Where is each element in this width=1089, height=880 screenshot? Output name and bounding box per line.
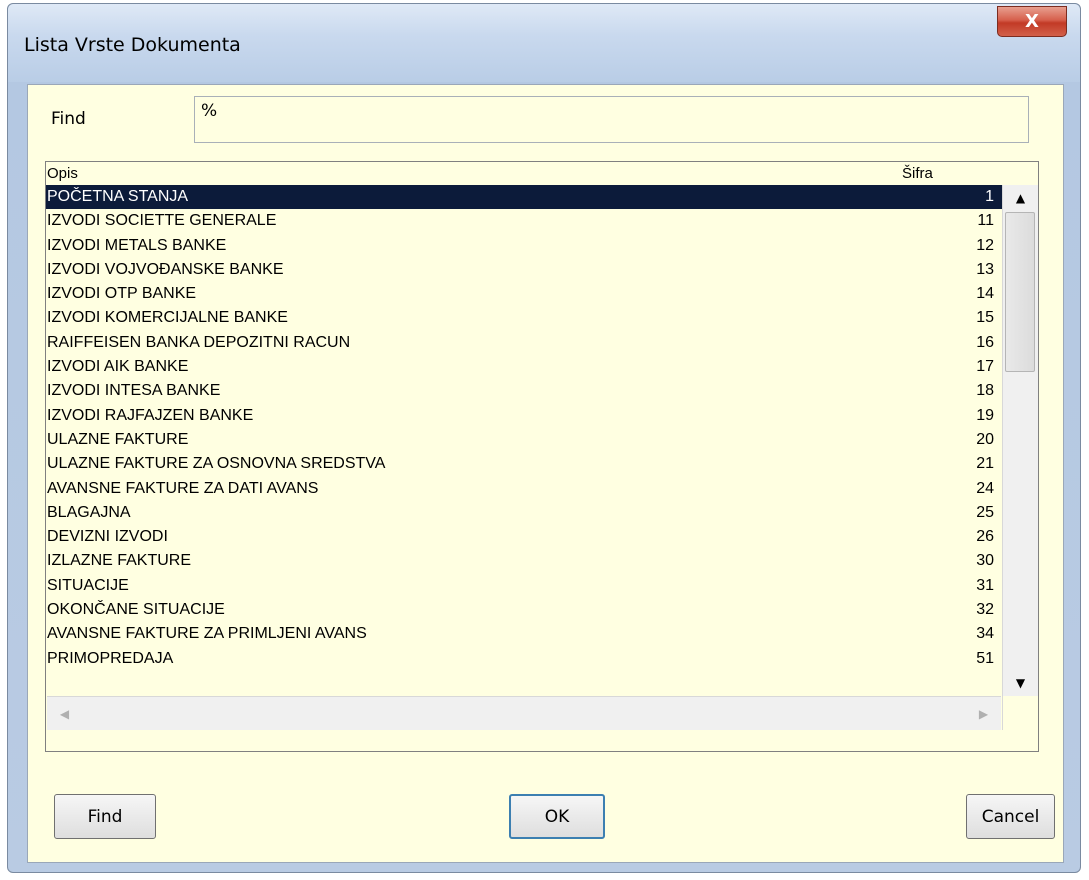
list-item[interactable]: IZLAZNE FAKTURE 30 — [46, 549, 1002, 573]
list-item-sifra: 20 — [976, 430, 994, 448]
dialog-window: Lista Vrste Dokumenta X Find % Opis Šifr… — [7, 3, 1081, 873]
list-item[interactable]: DEVIZNI IZVODI 26 — [46, 525, 1002, 549]
ok-button[interactable]: OK — [509, 794, 605, 839]
dialog-body: Find % Opis Šifra POČETNA STANJA 1 IZVODI … — [27, 84, 1064, 863]
find-input[interactable]: % — [194, 96, 1029, 143]
arrow-up-icon: ▲ — [1015, 191, 1026, 205]
list-item[interactable]: ULAZNE FAKTURE 20 — [46, 428, 1002, 452]
list-item-sifra: 21 — [976, 455, 994, 473]
column-header-opis[interactable]: Opis — [47, 165, 78, 182]
list-item-opis: IZVODI SOCIETTE GENERALE — [47, 212, 277, 230]
scroll-down-button[interactable]: ▼ — [1003, 670, 1038, 696]
list-item-opis: BLAGAJNA — [47, 503, 131, 521]
list-item[interactable]: PRIMOPREDAJA 51 — [46, 647, 1002, 671]
list-item-opis: ULAZNE FAKTURE ZA OSNOVNA SREDSTVA — [47, 455, 386, 473]
list-item-sifra: 15 — [976, 309, 994, 327]
dialog-title: Lista Vrste Dokumenta — [24, 34, 241, 56]
list-item-sifra: 19 — [976, 406, 994, 424]
find-label: Find — [51, 109, 86, 129]
list-item-opis: IZVODI INTESA BANKE — [47, 382, 221, 400]
list-item[interactable]: POČETNA STANJA 1 — [46, 185, 1002, 210]
scroll-up-button[interactable]: ▲ — [1003, 185, 1038, 211]
list-item-sifra: 30 — [976, 552, 994, 570]
list-item[interactable]: AVANSNE FAKTURE ZA DATI AVANS 24 — [46, 477, 1002, 501]
list-item[interactable]: BLAGAJNA 25 — [46, 501, 1002, 525]
list-item-opis: IZVODI OTP BANKE — [47, 285, 197, 303]
list-item-sifra: 17 — [976, 358, 994, 376]
list-item-sifra: 51 — [976, 649, 994, 667]
list-item-opis: AVANSNE FAKTURE ZA PRIMLJENI AVANS — [47, 625, 367, 643]
title-bar[interactable]: Lista Vrste Dokumenta X — [8, 4, 1080, 82]
list-item-sifra: 14 — [976, 285, 994, 303]
list-item-opis: ULAZNE FAKTURE — [47, 430, 189, 448]
list-item[interactable]: IZVODI METALS BANKE 12 — [46, 234, 1002, 258]
list-item-sifra: 25 — [976, 503, 994, 521]
list-item-sifra: 16 — [976, 333, 994, 351]
list-item[interactable]: IZVODI INTESA BANKE 18 — [46, 379, 1002, 403]
list-item-sifra: 26 — [976, 528, 994, 546]
list-item[interactable]: RAIFFEISEN BANKA DEPOZITNI RACUN 16 — [46, 331, 1002, 355]
list-item-opis: IZVODI METALS BANKE — [47, 236, 227, 254]
list-item[interactable]: IZVODI VOJVOĐANSKE BANKE 13 — [46, 258, 1002, 282]
vertical-scrollbar[interactable]: ▲ ▼ — [1002, 185, 1038, 696]
list-item-sifra: 24 — [976, 479, 994, 497]
list-item-opis: IZVODI AIK BANKE — [47, 358, 189, 376]
list-item-opis: PRIMOPREDAJA — [47, 649, 174, 667]
close-button[interactable]: X — [997, 6, 1067, 37]
scroll-left-button[interactable]: ◀ — [47, 697, 82, 730]
list-item-opis: IZVODI RAJFAJZEN BANKE — [47, 406, 254, 424]
arrow-right-icon: ▶ — [978, 706, 989, 721]
list-item[interactable]: ULAZNE FAKTURE ZA OSNOVNA SREDSTVA 21 — [46, 452, 1002, 476]
list-item-opis: IZVODI KOMERCIJALNE BANKE — [47, 309, 288, 327]
document-type-list: Opis Šifra POČETNA STANJA 1 IZVODI SOCIETT… — [45, 161, 1039, 752]
list-item[interactable]: IZVODI SOCIETTE GENERALE 11 — [46, 209, 1002, 233]
list-item-opis: IZVODI VOJVOĐANSKE BANKE — [47, 260, 284, 278]
arrow-down-icon: ▼ — [1015, 676, 1026, 690]
list-rows: POČETNA STANJA 1 IZVODI SOCIETTE GENERALE 1… — [46, 185, 1002, 671]
scroll-thumb[interactable] — [1005, 212, 1035, 372]
find-button[interactable]: Find — [54, 794, 156, 839]
list-item-opis: RAIFFEISEN BANKA DEPOZITNI RACUN — [47, 333, 351, 351]
list-item-sifra: 18 — [976, 382, 994, 400]
list-item-opis: SITUACIJE — [47, 576, 129, 594]
close-icon: X — [1025, 11, 1039, 32]
arrow-left-icon: ◀ — [59, 706, 70, 721]
list-header: Opis Šifra — [46, 162, 1038, 184]
list-item[interactable]: IZVODI KOMERCIJALNE BANKE 15 — [46, 306, 1002, 330]
list-item[interactable]: IZVODI AIK BANKE 17 — [46, 355, 1002, 379]
list-item-sifra: 12 — [976, 236, 994, 254]
list-item[interactable]: OKONČANE SITUACIJE 32 — [46, 598, 1002, 622]
list-item-opis: POČETNA STANJA — [47, 188, 189, 205]
horizontal-scrollbar[interactable]: ◀ ▶ — [47, 696, 1001, 730]
scrollbar-corner — [1002, 696, 1038, 730]
column-header-sifra[interactable]: Šifra — [902, 165, 933, 182]
list-item[interactable]: SITUACIJE 31 — [46, 574, 1002, 598]
list-item-sifra: 13 — [976, 260, 994, 278]
scroll-right-button[interactable]: ▶ — [966, 697, 1001, 730]
list-item[interactable]: IZVODI RAJFAJZEN BANKE 19 — [46, 404, 1002, 428]
list-item[interactable]: IZVODI OTP BANKE 14 — [46, 282, 1002, 306]
list-item-sifra: 32 — [976, 601, 994, 619]
cancel-button[interactable]: Cancel — [966, 794, 1055, 839]
list-item-sifra: 11 — [977, 212, 994, 230]
list-item-opis: DEVIZNI IZVODI — [47, 528, 168, 546]
list-item-sifra: 31 — [976, 576, 994, 594]
list-item-opis: AVANSNE FAKTURE ZA DATI AVANS — [47, 479, 319, 497]
list-item-sifra: 1 — [985, 188, 994, 205]
list-item-opis: OKONČANE SITUACIJE — [47, 601, 225, 619]
list-item-sifra: 34 — [976, 625, 994, 643]
list-item[interactable]: AVANSNE FAKTURE ZA PRIMLJENI AVANS 34 — [46, 622, 1002, 646]
list-item-opis: IZLAZNE FAKTURE — [47, 552, 192, 570]
